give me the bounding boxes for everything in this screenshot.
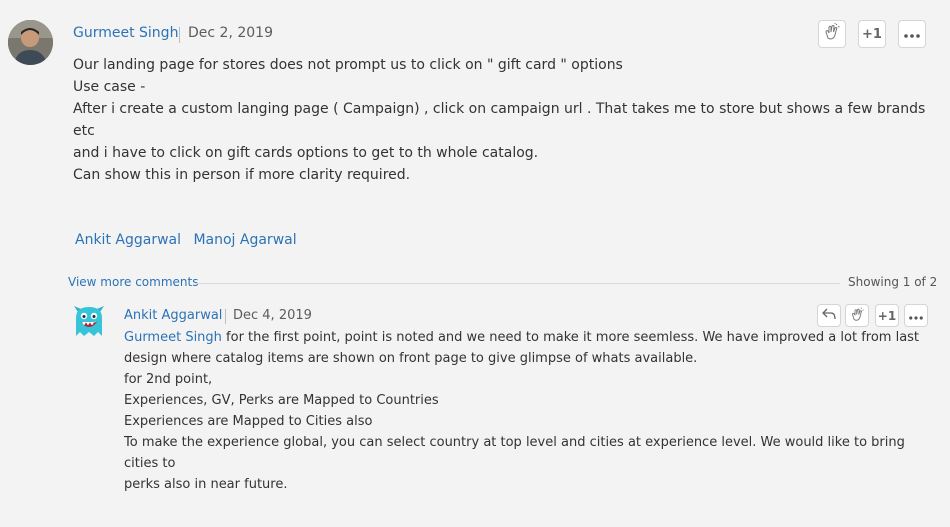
post-author-name[interactable]: Gurmeet Singh	[73, 25, 178, 41]
author-avatar[interactable]	[8, 20, 53, 65]
reply-more-options-button[interactable]	[904, 304, 928, 327]
reply-date: Dec 4, 2019	[233, 308, 312, 323]
more-options-button[interactable]	[898, 20, 926, 48]
reply-body: Gurmeet Singh for the first point, point…	[124, 327, 924, 495]
reply-first-line: Gurmeet Singh for the first point, point…	[124, 327, 924, 348]
comments-count: Showing 1 of 2	[848, 275, 938, 289]
view-more-comments-link[interactable]: View more comments	[68, 275, 198, 289]
reply-line: To make the experience global, you can s…	[124, 435, 909, 471]
plus-one-button[interactable]: +1	[858, 20, 886, 48]
post-line: Use case -	[73, 79, 146, 95]
reply-author-name[interactable]: Ankit Aggarwal	[124, 308, 222, 323]
clap-button[interactable]	[818, 20, 846, 48]
reply-mention-link[interactable]: Gurmeet Singh	[124, 330, 222, 345]
reply-line-text: for the first point, point is noted and …	[221, 330, 920, 345]
comments-divider	[195, 283, 840, 284]
mention-link[interactable]: Manoj Agarwal	[193, 232, 296, 248]
post-date: Dec 2, 2019	[188, 25, 273, 41]
reply-clap-button[interactable]	[845, 304, 869, 327]
reply-plus-one-button[interactable]: +1	[875, 304, 899, 327]
clap-icon	[823, 23, 841, 45]
post-line: and i have to click on gift cards option…	[73, 145, 539, 161]
reply-line: design where catalog items are shown on …	[124, 351, 698, 366]
reply-line: Experiences are Mapped to Cities also	[124, 414, 373, 429]
post-line: Our landing page for stores does not pro…	[73, 57, 623, 73]
reply-icon	[822, 308, 836, 323]
more-horizontal-icon	[909, 309, 923, 323]
reply-line: for 2nd point,	[124, 372, 213, 387]
reply-button[interactable]	[817, 304, 841, 327]
reply-line: Experiences, GV, Perks are Mapped to Cou…	[124, 393, 439, 408]
mentions-row: Ankit Aggarwal Manoj Agarwal	[75, 232, 305, 248]
post-line: After i create a custom langing page ( C…	[73, 101, 930, 139]
clap-icon	[850, 307, 865, 325]
reply-author-avatar[interactable]	[72, 302, 106, 340]
reply-line: perks also in near future.	[124, 477, 288, 492]
header-separator	[179, 27, 180, 43]
post-line: Can show this in person if more clarity …	[73, 167, 411, 183]
reply-header-separator	[225, 309, 226, 324]
post-body: Our landing page for stores does not pro…	[73, 54, 933, 186]
mention-link[interactable]: Ankit Aggarwal	[75, 232, 181, 248]
more-horizontal-icon	[904, 27, 920, 42]
